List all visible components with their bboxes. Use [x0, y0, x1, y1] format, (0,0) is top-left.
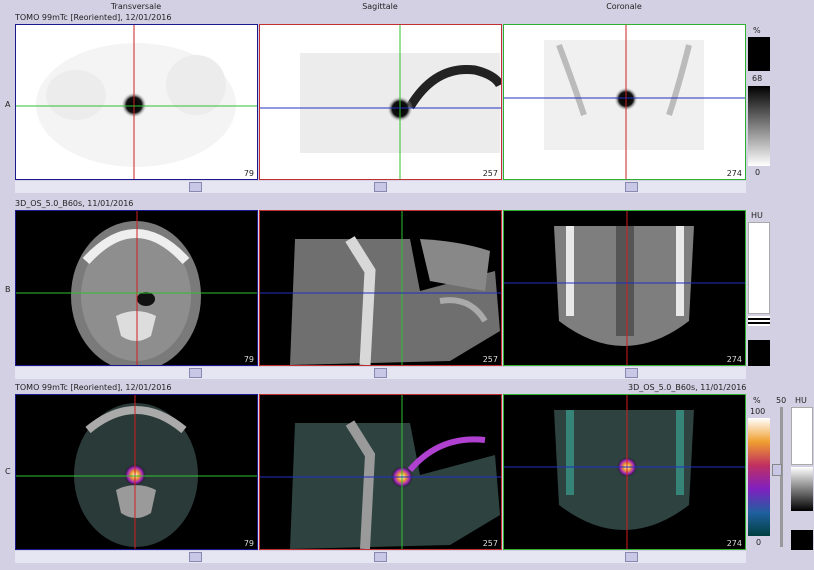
row-c-info: TOMO 99mTc [Reoriented], 12/01/2016	[15, 383, 172, 392]
viewport-a-transversal[interactable]: 79	[15, 24, 258, 180]
viewport-a-sagittal[interactable]: 257	[259, 24, 502, 180]
scale-c-mid-label: 50	[776, 396, 787, 405]
scale-b-window-bar[interactable]	[748, 316, 770, 326]
vertebra	[116, 311, 156, 341]
row-label-c: C	[5, 467, 11, 476]
row-a-coronal-slider[interactable]	[625, 182, 638, 192]
column-header-transversal: Transversale	[110, 2, 162, 11]
row-label-a: A	[5, 100, 11, 109]
slice-number: 79	[243, 355, 254, 364]
viewport-c-coronal[interactable]: 274	[503, 394, 746, 550]
scale-a-max: 68	[752, 74, 763, 83]
slice-number: 274	[726, 169, 742, 178]
scale-b-unit: HU	[751, 211, 763, 220]
row-label-b: B	[5, 285, 11, 294]
viewport-b-coronal[interactable]: 274	[503, 210, 746, 366]
column-header-coronal: Coronale	[606, 2, 642, 11]
scale-a-unit: %	[753, 26, 761, 35]
column-header-sagittal: Sagittale	[362, 2, 398, 11]
scale-c-pet-gradient[interactable]	[748, 418, 770, 536]
row-c-sagittal-slider[interactable]	[374, 552, 387, 562]
slice-number: 257	[482, 169, 498, 178]
scale-a-min: 0	[755, 168, 761, 177]
scale-c-ct-black	[791, 530, 813, 550]
row-b-coronal-slider[interactable]	[625, 368, 638, 378]
row-a-transversal-slider[interactable]	[189, 182, 202, 192]
slice-number: 274	[726, 539, 742, 548]
row-b-info: 3D_OS_5.0_B60s, 11/01/2016	[15, 199, 134, 208]
scale-c-ct-white	[791, 407, 813, 465]
row-c-transversal-slider[interactable]	[189, 552, 202, 562]
viewport-b-transversal[interactable]: 79	[15, 210, 258, 366]
scale-c-blend-track	[780, 407, 783, 547]
row-b-sagittal-slider[interactable]	[374, 368, 387, 378]
row-c-coronal-slider[interactable]	[625, 552, 638, 562]
slice-number: 257	[482, 355, 498, 364]
row-a-info: TOMO 99mTc [Reoriented], 12/01/2016	[15, 13, 172, 22]
scale-c-ct-gradient[interactable]	[791, 467, 813, 511]
scale-a-top-block	[748, 37, 770, 71]
viewport-a-coronal[interactable]: 274	[503, 24, 746, 180]
scale-c-pet-max: 100	[750, 407, 766, 416]
scale-b-white-block	[748, 222, 770, 314]
slice-number: 79	[243, 169, 254, 178]
scale-b-black-block	[748, 340, 770, 366]
scale-c-pet-unit: %	[753, 396, 761, 405]
scale-c-blend-slider[interactable]	[772, 464, 782, 476]
scale-c-pet-min: 0	[756, 538, 762, 547]
scale-a-gradient[interactable]	[748, 86, 770, 166]
right-mandible	[676, 226, 684, 316]
row-a-sagittal-slider[interactable]	[374, 182, 387, 192]
left-mandible	[566, 226, 574, 316]
slice-number: 274	[726, 355, 742, 364]
slice-number: 257	[482, 539, 498, 548]
row-b-transversal-slider[interactable]	[189, 368, 202, 378]
viewport-b-sagittal[interactable]: 257	[259, 210, 502, 366]
scale-c-ct-unit: HU	[795, 396, 807, 405]
row-c-info-right: 3D_OS_5.0_B60s, 11/01/2016	[628, 383, 747, 392]
viewport-c-transversal[interactable]: 79	[15, 394, 258, 550]
slice-number: 79	[243, 539, 254, 548]
viewport-c-sagittal[interactable]: 257	[259, 394, 502, 550]
